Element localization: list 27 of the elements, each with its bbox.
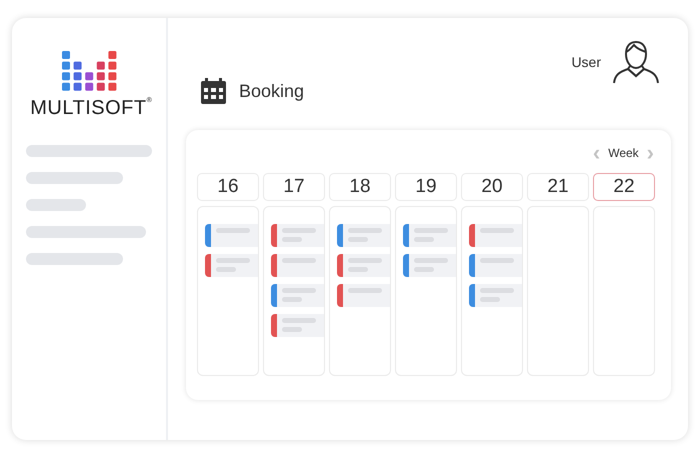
- day-header[interactable]: 17: [263, 173, 325, 201]
- booking-card[interactable]: [469, 284, 522, 307]
- user-label[interactable]: User: [571, 54, 601, 70]
- booking-card[interactable]: [205, 224, 258, 247]
- user-avatar-icon[interactable]: [613, 40, 659, 84]
- day-header[interactable]: 18: [329, 173, 391, 201]
- booking-card[interactable]: [205, 254, 258, 277]
- booking-card[interactable]: [271, 284, 324, 307]
- booking-card[interactable]: [337, 224, 390, 247]
- day-header[interactable]: 21: [527, 173, 589, 201]
- booking-card[interactable]: [337, 284, 390, 307]
- booking-card[interactable]: [469, 224, 522, 247]
- page-title: Booking: [239, 80, 304, 102]
- booking-card[interactable]: [469, 254, 522, 277]
- booking-card[interactable]: [403, 254, 456, 277]
- calendar-icon: [201, 78, 226, 104]
- booking-card[interactable]: [403, 224, 456, 247]
- booking-card[interactable]: [271, 224, 324, 247]
- booking-card[interactable]: [337, 254, 390, 277]
- logo-text: MULTISOFT: [30, 97, 147, 119]
- week-view-label[interactable]: Week: [608, 146, 639, 160]
- day-header[interactable]: 20: [461, 173, 523, 201]
- day-header[interactable]: 19: [395, 173, 457, 201]
- day-header[interactable]: 22: [593, 173, 655, 201]
- booking-card[interactable]: [271, 314, 324, 337]
- day-header[interactable]: 16: [197, 173, 259, 201]
- booking-card[interactable]: [271, 254, 324, 277]
